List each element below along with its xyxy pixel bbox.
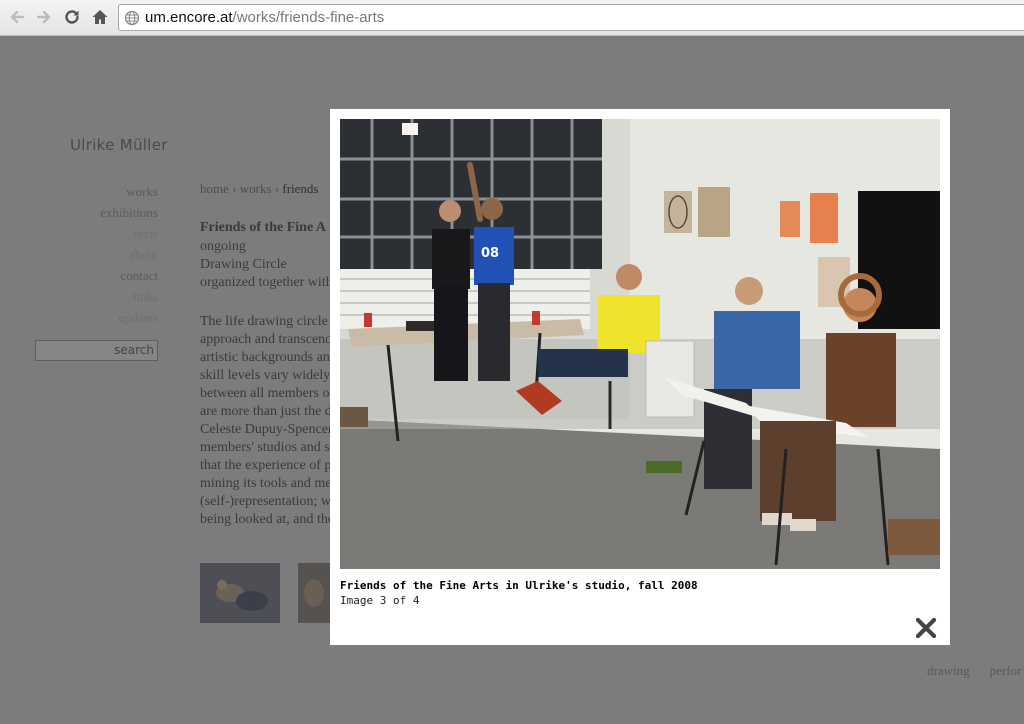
work-status: ongoing xyxy=(200,239,246,254)
tag-list: drawing perfor xyxy=(927,663,1024,679)
lightbox-caption: Friends of the Fine Arts in Ulrike's stu… xyxy=(340,579,698,592)
side-nav: works exhibitions texts about contact li… xyxy=(100,181,158,328)
search-input[interactable]: search xyxy=(35,340,158,361)
close-button[interactable] xyxy=(915,617,937,639)
work-organized: organized together with xyxy=(200,275,333,290)
thumbnail-image xyxy=(200,563,280,623)
thumbnail-2[interactable] xyxy=(298,563,330,623)
back-button[interactable] xyxy=(6,6,28,28)
svg-text:08: 08 xyxy=(481,246,499,261)
studio-photo: 08 xyxy=(340,119,940,569)
home-button[interactable] xyxy=(89,6,111,28)
breadcrumb-works[interactable]: works xyxy=(240,181,272,196)
close-icon xyxy=(915,617,937,639)
thumbnail-1[interactable] xyxy=(200,563,280,623)
site-title[interactable]: Ulrike Müller xyxy=(70,136,168,154)
work-type: Drawing Circle xyxy=(200,257,287,272)
nav-item-texts[interactable]: texts xyxy=(100,223,158,244)
forward-arrow-icon xyxy=(36,10,51,24)
address-bar[interactable]: um.encore.at/works/friends-fine-arts xyxy=(118,4,1024,31)
tag-drawing[interactable]: drawing xyxy=(927,663,970,678)
home-icon xyxy=(92,10,108,24)
lightbox: 08 Friends of the Fine Arts in Ulrike's … xyxy=(330,109,950,645)
nav-item-works[interactable]: works xyxy=(100,181,158,202)
lightbox-counter: Image 3 of 4 xyxy=(340,594,420,607)
url-host: um.encore.at xyxy=(145,9,233,26)
back-arrow-icon xyxy=(10,10,25,24)
work-title: Friends of the Fine A xyxy=(200,220,326,235)
reload-icon xyxy=(65,10,79,24)
nav-item-about[interactable]: about xyxy=(100,244,158,265)
nav-item-exhibitions[interactable]: exhibitions xyxy=(100,202,158,223)
url-path: /works/friends-fine-arts xyxy=(232,9,385,26)
work-meta: ongoing Drawing Circle organized togethe… xyxy=(200,238,333,292)
nav-item-contact[interactable]: contact xyxy=(100,265,158,286)
breadcrumb-current: friends xyxy=(282,181,319,196)
forward-button[interactable] xyxy=(33,6,55,28)
reload-button[interactable] xyxy=(61,6,83,28)
tag-performance[interactable]: perfor xyxy=(990,663,1022,678)
breadcrumb-separator: › xyxy=(274,181,280,196)
lightbox-photo: 08 xyxy=(340,119,940,569)
breadcrumb: home › works › friends xyxy=(200,181,318,197)
breadcrumb-separator: › xyxy=(232,181,237,196)
globe-icon xyxy=(124,10,140,26)
browser-toolbar: um.encore.at/works/friends-fine-arts xyxy=(0,0,1024,36)
breadcrumb-home[interactable]: home xyxy=(200,181,229,196)
thumbnail-image xyxy=(298,563,330,623)
nav-item-links[interactable]: links xyxy=(100,286,158,307)
nav-item-updates[interactable]: updates xyxy=(100,307,158,328)
